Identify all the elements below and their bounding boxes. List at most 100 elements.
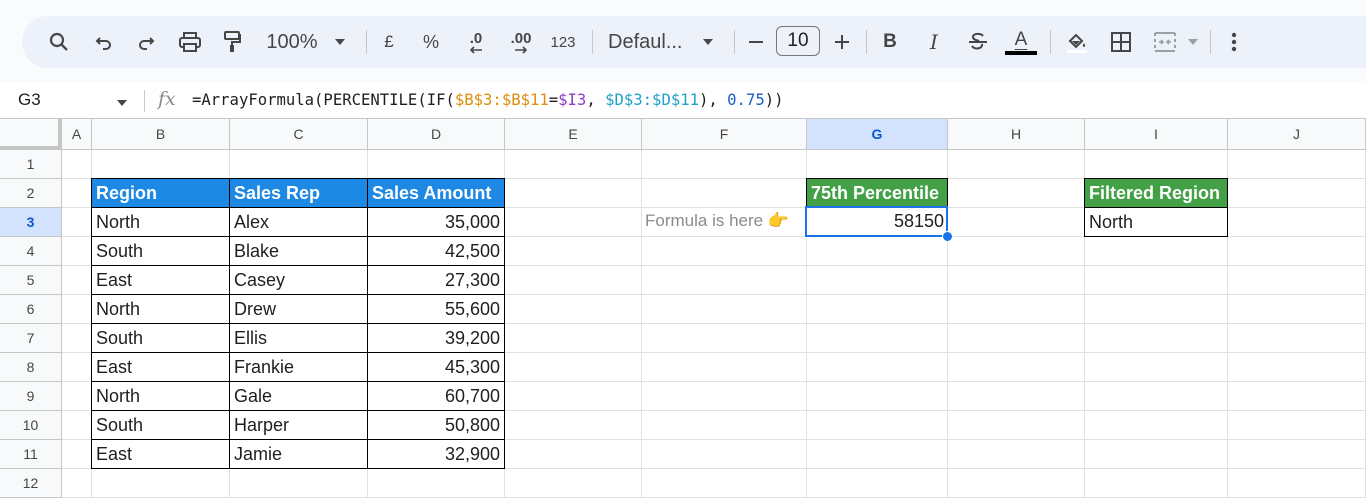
select-all-corner[interactable] — [0, 118, 62, 150]
row-header-7[interactable]: 7 — [0, 324, 62, 353]
table-cell[interactable]: South — [91, 236, 230, 266]
formula-number: 0.75 — [727, 91, 765, 109]
borders-icon[interactable] — [1108, 16, 1134, 68]
toolbar-divider — [1210, 30, 1211, 54]
column-header-f[interactable]: F — [642, 118, 807, 150]
table-cell[interactable]: 45,300 — [367, 352, 505, 382]
column-header-h[interactable]: H — [948, 118, 1085, 150]
table-cell[interactable]: Frankie — [229, 352, 368, 382]
merge-cells-icon[interactable] — [1152, 16, 1178, 68]
table-header-cell[interactable]: Sales Rep — [229, 178, 368, 208]
more-options-icon[interactable] — [1222, 16, 1246, 68]
table-header-cell[interactable]: Region — [91, 178, 230, 208]
row-header-3[interactable]: 3 — [0, 208, 62, 237]
table-cell[interactable]: Blake — [229, 236, 368, 266]
table-cell[interactable]: Ellis — [229, 323, 368, 353]
row-header-1[interactable]: 1 — [0, 150, 62, 179]
column-header-g[interactable]: G — [807, 118, 948, 150]
column-header-a[interactable]: A — [62, 118, 92, 150]
formula-bar: G3 fx =ArrayFormula(PERCENTILE(IF($B$3:$… — [0, 82, 1366, 118]
strikethrough-icon[interactable] — [964, 16, 992, 68]
formula-note[interactable]: Formula is here 👉 — [641, 207, 807, 237]
formula-text: , — [586, 91, 606, 109]
paint-format-icon[interactable] — [220, 16, 244, 68]
column-header-e[interactable]: E — [505, 118, 642, 150]
undo-icon[interactable] — [92, 16, 116, 68]
column-header-b[interactable]: B — [92, 118, 230, 150]
text-color-button[interactable]: A — [1004, 16, 1038, 68]
fill-handle[interactable] — [942, 231, 953, 242]
row-header-10[interactable]: 10 — [0, 411, 62, 440]
table-cell[interactable]: Gale — [229, 381, 368, 411]
table-cell[interactable]: 32,900 — [367, 439, 505, 469]
table-cell[interactable]: North — [91, 207, 230, 237]
font-size-input[interactable]: 10 — [776, 26, 820, 56]
active-cell-selection — [805, 206, 948, 237]
percent-format-button[interactable]: % — [420, 16, 442, 68]
toolbar-area: 100% £ % .0 .00 123 Defaul... 10 B I A — [0, 0, 1366, 82]
filter-header-cell[interactable]: Filtered Region — [1084, 178, 1228, 208]
column-header-j[interactable]: J — [1228, 118, 1366, 150]
merge-dropdown-icon[interactable] — [1184, 16, 1202, 68]
table-cell[interactable]: East — [91, 352, 230, 382]
decrease-font-size-icon[interactable] — [744, 16, 768, 68]
decrease-decimal-button[interactable]: .0 — [462, 16, 490, 68]
table-cell[interactable]: Casey — [229, 265, 368, 295]
zoom-dropdown-icon[interactable] — [330, 16, 350, 68]
more-formats-button[interactable]: 123 — [548, 16, 578, 68]
table-cell[interactable]: North — [91, 381, 230, 411]
column-header-i[interactable]: I — [1085, 118, 1228, 150]
increase-decimal-button[interactable]: .00 — [505, 16, 537, 68]
formula-text: )) — [764, 91, 784, 109]
table-cell[interactable]: 27,300 — [367, 265, 505, 295]
row-header-11[interactable]: 11 — [0, 440, 62, 469]
row-header-5[interactable]: 5 — [0, 266, 62, 295]
table-cell[interactable]: 60,700 — [367, 381, 505, 411]
name-box[interactable]: G3 — [18, 82, 41, 118]
search-menus-icon[interactable] — [46, 16, 72, 68]
row-header-9[interactable]: 9 — [0, 382, 62, 411]
currency-format-button[interactable]: £ — [378, 16, 400, 68]
table-cell[interactable]: 55,600 — [367, 294, 505, 324]
formula-text: ), — [699, 91, 728, 109]
table-cell[interactable]: East — [91, 265, 230, 295]
arrow-left-icon — [469, 45, 482, 54]
row-header-8[interactable]: 8 — [0, 353, 62, 382]
table-cell[interactable]: 50,800 — [367, 410, 505, 440]
filter-value-cell[interactable]: North — [1084, 207, 1228, 237]
print-icon[interactable] — [177, 16, 203, 68]
table-cell[interactable]: 39,200 — [367, 323, 505, 353]
table-cell[interactable]: South — [91, 323, 230, 353]
name-box-dropdown-icon[interactable] — [116, 94, 128, 112]
table-header-cell[interactable]: Sales Amount — [367, 178, 505, 208]
row-header-2[interactable]: 2 — [0, 179, 62, 208]
fill-color-icon[interactable] — [1060, 16, 1092, 68]
font-dropdown-icon[interactable] — [698, 16, 718, 68]
toolbar-divider — [366, 30, 367, 54]
row-header-12[interactable]: 12 — [0, 469, 62, 498]
row-header-4[interactable]: 4 — [0, 237, 62, 266]
row-header-6[interactable]: 6 — [0, 295, 62, 324]
table-cell[interactable]: South — [91, 410, 230, 440]
column-header-d[interactable]: D — [368, 118, 505, 150]
table-cell[interactable]: East — [91, 439, 230, 469]
table-cell[interactable]: North — [91, 294, 230, 324]
table-cell[interactable]: 35,000 — [367, 207, 505, 237]
font-family-select[interactable]: Defaul... — [608, 16, 686, 68]
table-cell[interactable]: Alex — [229, 207, 368, 237]
table-cell[interactable]: Drew — [229, 294, 368, 324]
toolbar-divider — [592, 30, 593, 54]
table-cell[interactable]: 42,500 — [367, 236, 505, 266]
table-cell[interactable]: Jamie — [229, 439, 368, 469]
zoom-select[interactable]: 100% — [265, 16, 319, 68]
bold-button[interactable]: B — [878, 16, 902, 68]
column-header-c[interactable]: C — [230, 118, 368, 150]
function-icon: fx — [158, 88, 176, 110]
table-cell[interactable]: Harper — [229, 410, 368, 440]
percentile-header-cell[interactable]: 75th Percentile — [806, 178, 948, 208]
toolbar: 100% £ % .0 .00 123 Defaul... 10 B I A — [22, 16, 1366, 68]
formula-input[interactable]: =ArrayFormula(PERCENTILE(IF($B$3:$B$11=$… — [192, 82, 784, 118]
italic-button[interactable]: I — [922, 16, 946, 68]
redo-icon[interactable] — [134, 16, 158, 68]
increase-font-size-icon[interactable] — [830, 16, 854, 68]
